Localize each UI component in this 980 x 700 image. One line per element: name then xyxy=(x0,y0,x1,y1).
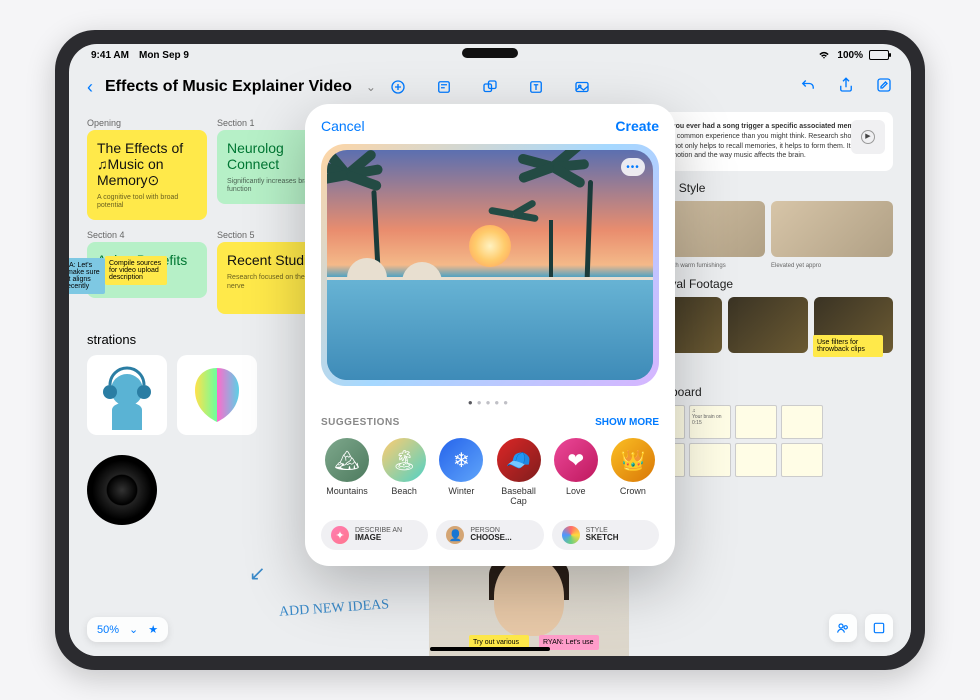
suggestion-beach[interactable]: 🏝Beach xyxy=(378,438,430,506)
cancel-button[interactable]: Cancel xyxy=(321,118,365,134)
storyboard-cell[interactable]: ♫Your brain on 0:15 xyxy=(689,405,731,439)
describe-image-chip[interactable]: ✦ DESCRIBE ANIMAGE xyxy=(321,520,428,550)
generated-image[interactable]: ••• xyxy=(327,150,653,380)
storyboard-cell[interactable] xyxy=(781,443,823,477)
sticky-note[interactable]: Compile sources for video upload descrip… xyxy=(105,256,167,285)
sticky-note[interactable]: Use filters for throwback clips xyxy=(813,335,883,357)
pen-tool-icon[interactable] xyxy=(388,77,408,97)
battery-icon xyxy=(869,50,889,60)
sun-icon xyxy=(469,225,511,267)
battery-percent: 100% xyxy=(837,50,863,61)
person-icon: 👤 xyxy=(446,526,464,544)
storyboard-cell[interactable] xyxy=(689,443,731,477)
collaborators-icon[interactable] xyxy=(829,614,857,642)
vinyl-image[interactable] xyxy=(87,455,167,535)
text-tool-icon[interactable] xyxy=(526,77,546,97)
create-button[interactable]: Create xyxy=(615,118,659,134)
storyboard-cell[interactable] xyxy=(781,405,823,439)
visual-style-heading: Visual Style xyxy=(643,181,893,195)
zoom-chevron-icon[interactable]: ⌄ xyxy=(129,623,138,636)
image-playground-modal: Cancel Create ••• xyxy=(305,104,675,566)
favorite-icon[interactable]: ★ xyxy=(148,623,158,636)
suggestion-mountains[interactable]: 🏔Mountains xyxy=(321,438,373,506)
intro-text-block[interactable]: Have you ever had a song trigger a speci… xyxy=(643,112,893,171)
page-indicator[interactable]: ●●●●● xyxy=(321,398,659,407)
sparkle-icon: ✦ xyxy=(331,526,349,544)
section-label: Section 4 xyxy=(87,230,207,240)
mountain-icon: 🏔 xyxy=(325,438,369,482)
hand-arrow-icon: ↙ xyxy=(249,561,266,586)
media-tool-icon[interactable] xyxy=(572,77,592,97)
suggestion-crown[interactable]: 👑Crown xyxy=(607,438,659,506)
person-chip[interactable]: 👤 PERSONCHOOSE... xyxy=(436,520,543,550)
status-time: 9:41 AM xyxy=(91,50,129,61)
document-title[interactable]: Effects of Music Explainer Video xyxy=(105,78,352,96)
suggestions-row: 🏔Mountains 🏝Beach ❄Winter 🧢Baseball Cap … xyxy=(321,438,659,506)
show-more-button[interactable]: SHOW MORE xyxy=(595,417,659,428)
sticky-note[interactable]: IA: Let's make sure it aligns ecently xyxy=(69,258,105,294)
palette-icon xyxy=(562,526,580,544)
title-chevron-icon[interactable]: ⌄ xyxy=(366,80,376,94)
card-opening[interactable]: The Effects of ♫Music on Memory⊙ A cogni… xyxy=(87,130,207,220)
note-tool-icon[interactable] xyxy=(434,77,454,97)
archival-thumb[interactable] xyxy=(728,297,807,353)
zoom-control[interactable]: 50% ⌄ ★ xyxy=(87,617,168,642)
storyboard-cell[interactable] xyxy=(735,405,777,439)
shapes-tool-icon[interactable] xyxy=(480,77,500,97)
cap-icon: 🧢 xyxy=(497,438,541,482)
crown-icon: 👑 xyxy=(611,438,655,482)
back-button[interactable]: ‹ xyxy=(87,77,93,98)
app-toolbar: ‹ Effects of Music Explainer Video ⌄ xyxy=(69,66,911,108)
share-icon[interactable] xyxy=(837,76,855,99)
generated-image-frame: ••• xyxy=(321,144,659,386)
suggestion-winter[interactable]: ❄Winter xyxy=(435,438,487,506)
camera-pill xyxy=(462,48,518,58)
section-label: Opening xyxy=(87,118,207,128)
zoom-level[interactable]: 50% xyxy=(97,624,119,636)
wifi-icon xyxy=(817,47,831,64)
undo-icon[interactable] xyxy=(799,76,817,99)
umbrella-icon xyxy=(347,258,387,278)
illustration-thumb[interactable] xyxy=(87,355,167,435)
suggestions-label: SUGGESTIONS xyxy=(321,417,400,428)
image-more-icon[interactable]: ••• xyxy=(621,158,645,176)
storyboard-cell[interactable] xyxy=(735,443,777,477)
storyboard-heading: Storyboard xyxy=(643,385,893,399)
suggestion-love[interactable]: ❤Love xyxy=(550,438,602,506)
ipad-frame: 9:41 AM Mon Sep 9 100% ‹ Effects of Musi… xyxy=(55,30,925,670)
heart-icon: ❤ xyxy=(554,438,598,482)
beach-icon: 🏝 xyxy=(382,438,426,482)
home-indicator[interactable] xyxy=(430,647,550,651)
style-chip[interactable]: STYLESKETCH xyxy=(552,520,659,550)
compose-icon[interactable] xyxy=(875,76,893,99)
audio-clip-chip[interactable]: ▶ xyxy=(851,120,885,154)
handwritten-note[interactable]: ADD NEW IDEAS xyxy=(279,598,390,620)
right-content: ver Have you ever had a song trigger a s… xyxy=(643,112,893,477)
illustration-thumb[interactable] xyxy=(177,355,257,435)
screen: 9:41 AM Mon Sep 9 100% ‹ Effects of Musi… xyxy=(69,44,911,656)
style-thumb[interactable]: Elevated yet appro xyxy=(771,201,893,257)
navigator-icon[interactable] xyxy=(865,614,893,642)
status-date: Mon Sep 9 xyxy=(139,50,189,61)
archival-heading: Archival Footage xyxy=(643,277,893,291)
snowflake-icon: ❄ xyxy=(439,438,483,482)
suggestion-baseball-cap[interactable]: 🧢Baseball Cap xyxy=(493,438,545,506)
